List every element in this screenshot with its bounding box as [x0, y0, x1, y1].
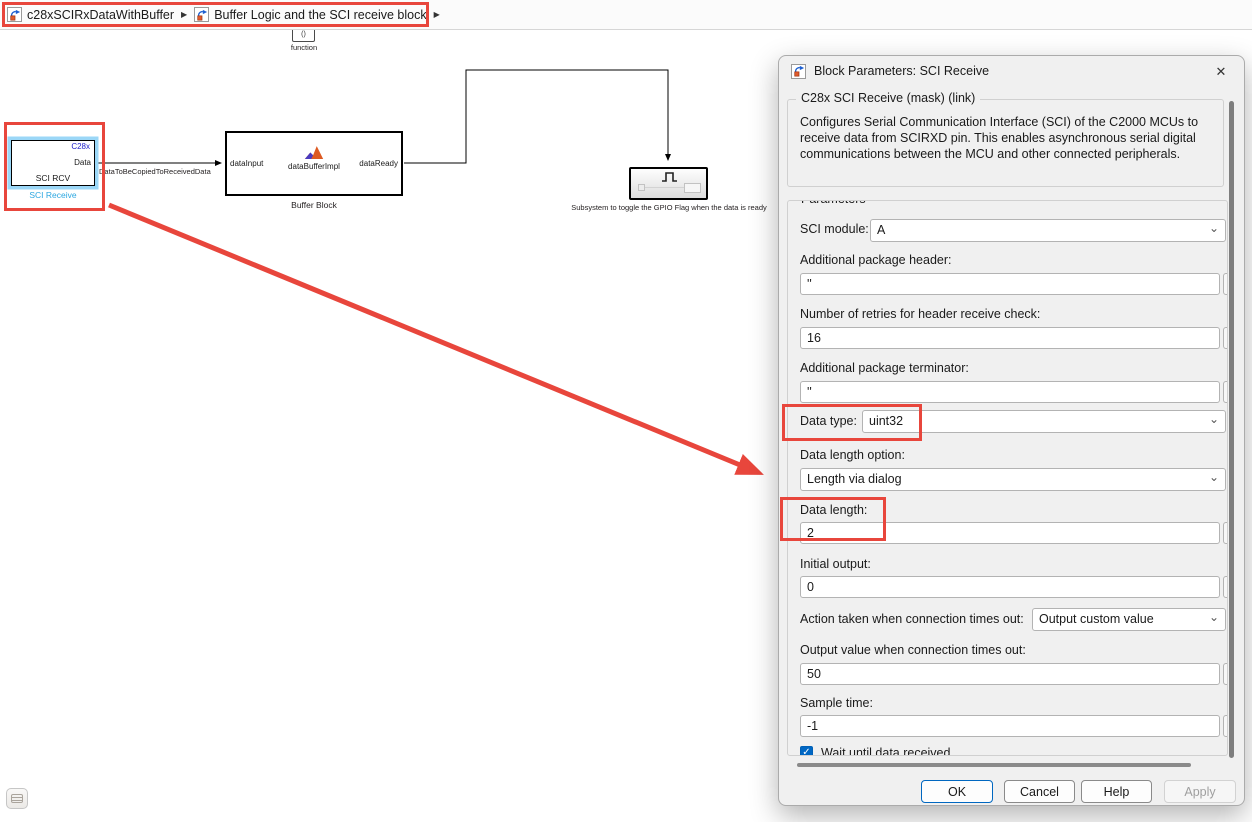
sci-module-label: SCI module: [800, 222, 869, 236]
subsystem-box-decor [684, 183, 701, 193]
matlab-logo-icon [303, 145, 325, 161]
breadcrumb-arrow-icon[interactable]: ▶ [434, 10, 440, 19]
timeout-output-label: Output value when connection times out: [800, 643, 1026, 657]
list-lines-icon [11, 794, 23, 803]
data-length-kebab-button[interactable]: ⋮ [1223, 522, 1228, 544]
buffer-impl-label: dataBufferImpl [288, 162, 340, 171]
data-length-label: Data length: [800, 503, 867, 517]
subsystem-thumb-decor [638, 184, 645, 191]
dialog-title: Block Parameters: SCI Receive [814, 64, 989, 78]
breadcrumb-item-root[interactable]: c28xSCIRxDataWithBuffer [7, 7, 174, 22]
simulink-model-icon [791, 64, 806, 79]
pkg-terminator-input[interactable]: '' [800, 381, 1220, 403]
function-glyph: () [301, 31, 306, 38]
breadcrumb-arrow-icon[interactable]: ▶ [181, 10, 187, 19]
initial-output-input[interactable]: 0 [800, 576, 1220, 598]
retries-input[interactable]: 16 [800, 327, 1220, 349]
apply-button[interactable]: Apply [1164, 780, 1236, 803]
data-type-label: Data type: [800, 414, 857, 428]
function-block-name: function [283, 43, 325, 52]
pkg-header-label: Additional package header: [800, 253, 952, 267]
mask-description-group: C28x SCI Receive (mask) (link) Configure… [787, 99, 1224, 187]
initial-output-label: Initial output: [800, 557, 871, 571]
close-icon[interactable]: ✕ [1211, 62, 1231, 82]
data-length-option-label: Data length option: [800, 448, 905, 462]
chevron-down-icon: ⌄ [1209, 470, 1219, 484]
sci-body-label: SCI RCV [12, 173, 94, 183]
chevron-down-icon: ⌄ [1209, 610, 1219, 624]
sample-time-kebab-button[interactable]: ⋮ [1223, 715, 1228, 737]
data-length-option-select[interactable]: Length via dialog ⌄ [800, 468, 1226, 491]
mask-description: Configures Serial Communication Interfac… [800, 114, 1224, 162]
sci-data-port-label: Data [74, 158, 91, 167]
wait-until-received-label: Wait until data received [821, 746, 950, 756]
wait-until-received-checkbox[interactable]: ✓ [800, 746, 813, 756]
parameters-group: Parameters SCI module: A ⌄ Additional pa… [787, 200, 1228, 756]
sample-time-label: Sample time: [800, 696, 873, 710]
breadcrumb-item-subsystem[interactable]: Buffer Logic and the SCI receive block [194, 7, 426, 22]
subsystem-name: Subsystem to toggle the GPIO Flag when t… [564, 203, 774, 212]
simulink-model-icon [7, 7, 22, 22]
pkg-header-kebab-button[interactable]: ⋮ [1223, 273, 1228, 295]
data-type-select[interactable]: uint32 ⌄ [862, 410, 1226, 433]
cancel-button[interactable]: Cancel [1004, 780, 1075, 803]
buffer-block-name: Buffer Block [225, 200, 403, 210]
horizontal-scrollbar[interactable] [797, 763, 1191, 767]
chevron-down-icon: ⌄ [1209, 221, 1219, 235]
pkg-terminator-kebab-button[interactable]: ⋮ [1223, 381, 1228, 403]
data-length-input[interactable]: 2 [800, 522, 1220, 544]
sample-time-input[interactable]: -1 [800, 715, 1220, 737]
mask-group-title: C28x SCI Receive (mask) (link) [796, 91, 980, 105]
sci-chip-label: C28x [71, 142, 90, 151]
breadcrumb-item-label: Buffer Logic and the SCI receive block [214, 8, 426, 22]
timeout-action-select[interactable]: Output custom value ⌄ [1032, 608, 1226, 631]
simulink-subsystem-icon [194, 7, 209, 22]
buffer-block[interactable]: dataInput dataReady dataBufferImpl [225, 131, 403, 196]
sci-block-name: SCI Receive [11, 190, 95, 200]
parameters-group-title: Parameters [796, 200, 871, 206]
vertical-scrollbar[interactable] [1229, 101, 1234, 758]
breadcrumb: c28xSCIRxDataWithBuffer ▶ Buffer Logic a… [0, 0, 1252, 30]
dialog-titlebar[interactable]: Block Parameters: SCI Receive ✕ [779, 56, 1244, 86]
hide-explorer-bar-button[interactable] [6, 788, 28, 809]
pkg-header-input[interactable]: '' [800, 273, 1220, 295]
initial-output-kebab-button[interactable]: ⋮ [1223, 576, 1228, 598]
pulse-icon [661, 172, 679, 182]
breadcrumb-item-label: c28xSCIRxDataWithBuffer [27, 8, 174, 22]
timeout-action-label: Action taken when connection times out: [800, 612, 1024, 626]
chevron-down-icon: ⌄ [1209, 412, 1219, 426]
retries-label: Number of retries for header receive che… [800, 307, 1040, 321]
help-button[interactable]: Help [1081, 780, 1152, 803]
simulink-window: c28xSCIRxDataWithBuffer ▶ Buffer Logic a… [0, 0, 1252, 822]
sci-receive-block[interactable]: C28x Data SCI RCV [11, 140, 95, 186]
retries-kebab-button[interactable]: ⋮ [1223, 327, 1228, 349]
timeout-output-kebab-button[interactable]: ⋮ [1223, 663, 1228, 685]
pkg-terminator-label: Additional package terminator: [800, 361, 969, 375]
ok-button[interactable]: OK [921, 780, 993, 803]
block-parameters-dialog: Block Parameters: SCI Receive ✕ C28x SCI… [778, 55, 1245, 806]
timeout-output-input[interactable]: 50 [800, 663, 1220, 685]
signal-name-label[interactable]: DataToBeCopiedToReceivedData [99, 167, 211, 176]
gpio-toggle-subsystem-block[interactable] [629, 167, 708, 200]
sci-module-select[interactable]: A ⌄ [870, 219, 1226, 242]
